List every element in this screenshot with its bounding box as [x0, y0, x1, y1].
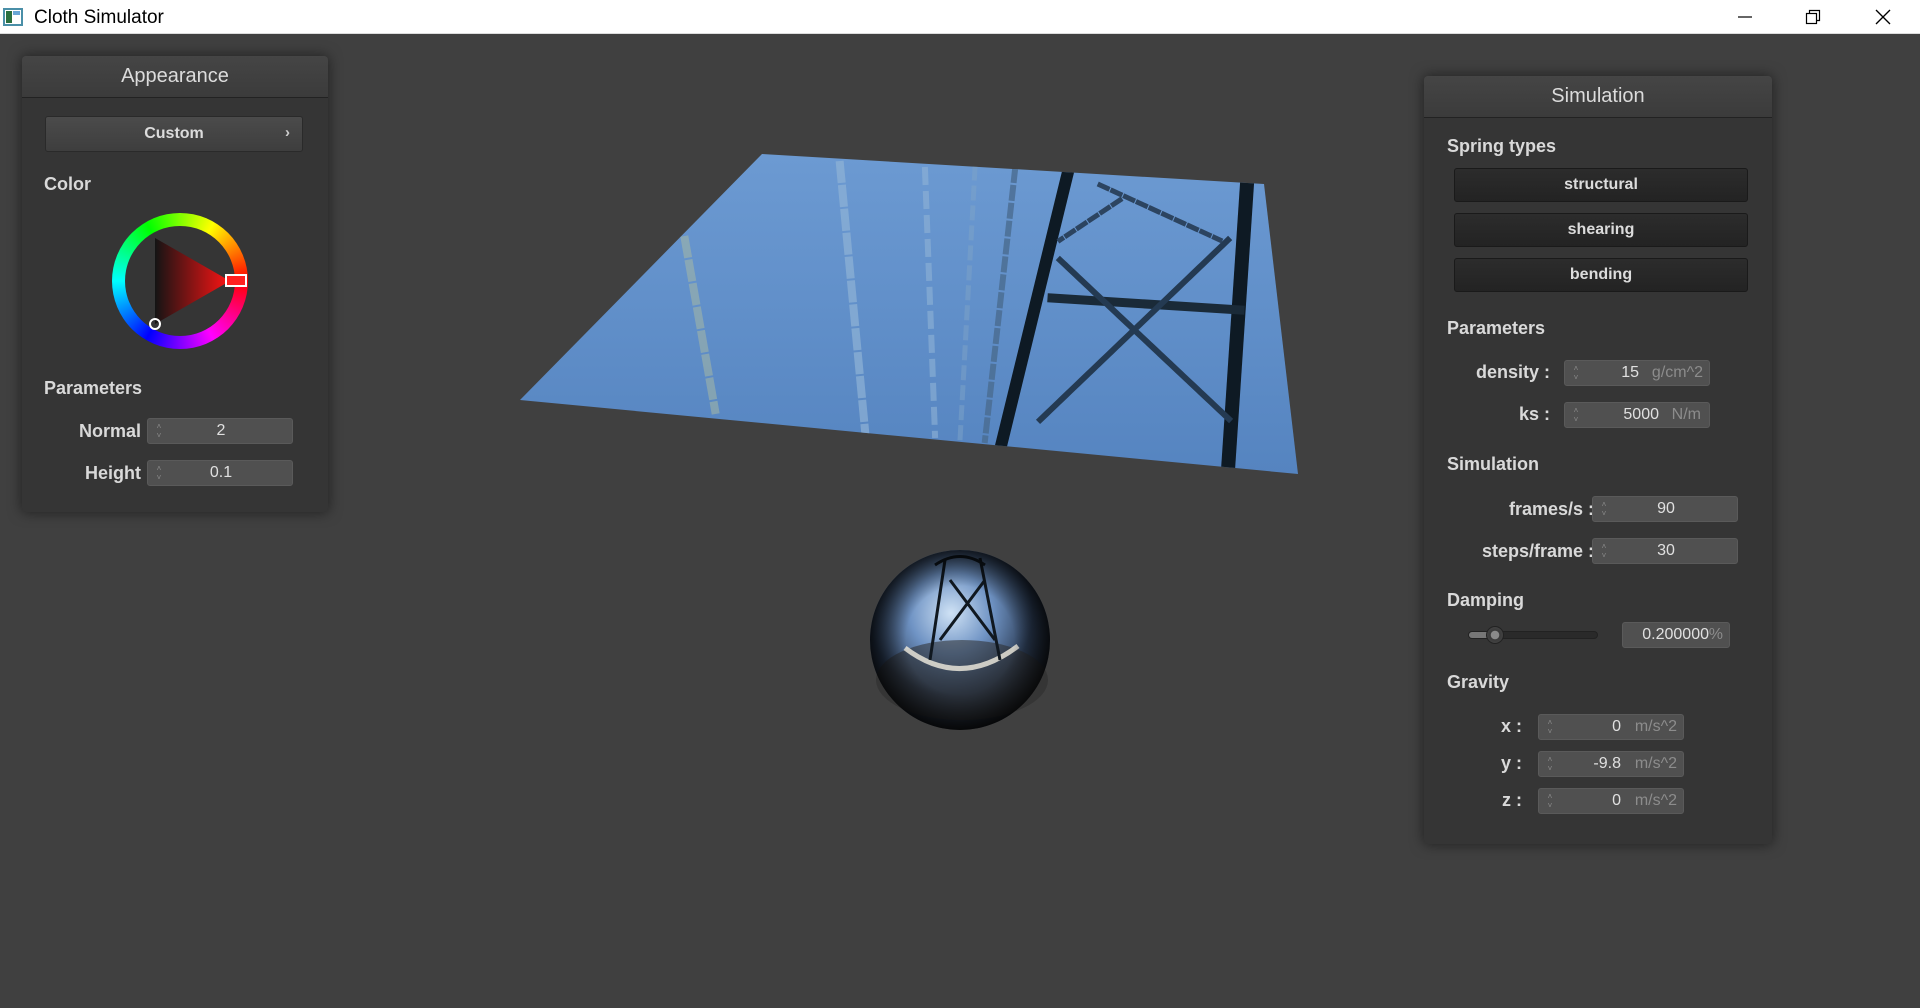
gravity-y-unit: m/s^2 — [1634, 755, 1677, 772]
spin-arrows-icon[interactable]: ˄ ˅ — [1571, 364, 1581, 382]
sim-parameters-label: Parameters — [1447, 318, 1546, 338]
height-value: 0.1 — [209, 464, 233, 481]
appearance-preset-button[interactable]: Custom › — [45, 116, 303, 152]
damping-value: 0.200000 — [1642, 626, 1709, 643]
window-titlebar: Cloth Simulator — [0, 0, 1920, 34]
ks-unit: N/m — [1671, 406, 1701, 423]
steps-spinbox[interactable]: ˄ ˅ 30 — [1592, 538, 1738, 564]
damping-label: Damping — [1447, 590, 1525, 610]
bending-spring-button[interactable]: bending — [1454, 258, 1748, 292]
shearing-spring-button[interactable]: shearing — [1454, 213, 1748, 247]
gravity-y-spinbox[interactable]: ˄ ˅ -9.8 m/s^2 — [1538, 751, 1684, 777]
appearance-preset-label: Custom — [144, 125, 204, 142]
damping-slider-knob[interactable] — [1485, 626, 1504, 644]
gravity-z-unit: m/s^2 — [1634, 792, 1677, 809]
density-value: 15 — [1621, 364, 1639, 381]
height-spinbox[interactable]: ˄ ˅ 0.1 — [147, 460, 293, 486]
restore-icon — [1805, 9, 1821, 25]
gravity-z-value: 0 — [1612, 792, 1621, 809]
structural-spring-label: structural — [1564, 176, 1638, 193]
spin-arrows-icon[interactable]: ˄ ˅ — [1545, 718, 1555, 736]
color-wheel[interactable] — [110, 211, 250, 351]
gravity-y-value: -9.8 — [1593, 755, 1621, 772]
window-title: Cloth Simulator — [34, 7, 164, 28]
density-spinbox[interactable]: ˄ ˅ 15 g/cm^2 — [1564, 360, 1710, 386]
normal-value: 2 — [216, 422, 226, 439]
appearance-panel-title: Appearance — [22, 56, 328, 98]
close-button[interactable] — [1848, 0, 1918, 34]
spin-arrows-icon[interactable]: ˄ ˅ — [1545, 755, 1555, 773]
fps-label: frames/s : — [1508, 499, 1594, 519]
ks-label: ks : — [1518, 404, 1550, 424]
cloth-mesh — [520, 154, 1298, 474]
spring-types-label: Spring types — [1447, 136, 1557, 156]
damping-field[interactable]: 0.200000 % — [1622, 622, 1730, 648]
minimize-icon — [1738, 16, 1752, 18]
minimize-button[interactable] — [1710, 0, 1780, 34]
restore-button[interactable] — [1778, 0, 1848, 34]
simulation-panel: Simulation Spring types structural shear… — [1424, 76, 1772, 844]
shearing-spring-label: shearing — [1567, 221, 1635, 238]
ks-spinbox[interactable]: ˄ ˅ 5000 N/m — [1564, 402, 1710, 428]
simulation-panel-title: Simulation — [1424, 76, 1772, 118]
height-label: Height : — [85, 463, 152, 483]
hue-marker[interactable] — [225, 274, 247, 287]
collision-sphere — [870, 550, 1050, 730]
damping-slider[interactable] — [1468, 626, 1598, 644]
gravity-z-label: z : — [1502, 790, 1522, 810]
gravity-y-label: y : — [1500, 753, 1522, 773]
density-unit: g/cm^2 — [1651, 364, 1703, 381]
fps-value: 90 — [1657, 500, 1675, 517]
steps-label: steps/frame : — [1481, 541, 1594, 561]
appearance-parameters-label: Parameters — [44, 378, 143, 398]
bending-spring-label: bending — [1569, 266, 1633, 283]
damping-unit: % — [1708, 626, 1723, 643]
ks-value: 5000 — [1623, 406, 1659, 423]
fps-spinbox[interactable]: ˄ ˅ 90 — [1592, 496, 1738, 522]
app-icon — [3, 8, 23, 26]
structural-spring-button[interactable]: structural — [1454, 168, 1748, 202]
sim-simulation-label: Simulation — [1447, 454, 1540, 474]
density-label: density : — [1475, 362, 1550, 382]
close-icon — [1875, 9, 1891, 25]
appearance-panel: Appearance Custom › Color Parameters Nor… — [22, 56, 328, 512]
gravity-z-spinbox[interactable]: ˄ ˅ 0 m/s^2 — [1538, 788, 1684, 814]
gravity-x-unit: m/s^2 — [1634, 718, 1677, 735]
gravity-x-spinbox[interactable]: ˄ ˅ 0 m/s^2 — [1538, 714, 1684, 740]
normal-spinbox[interactable]: ˄ ˅ 2 — [147, 418, 293, 444]
steps-value: 30 — [1657, 542, 1675, 559]
normal-label: Normal : — [78, 421, 152, 441]
spin-arrows-icon[interactable]: ˄ ˅ — [1545, 792, 1555, 810]
color-section-label: Color — [44, 174, 91, 194]
spin-arrows-icon[interactable]: ˄ ˅ — [1571, 406, 1581, 424]
gravity-x-value: 0 — [1612, 718, 1621, 735]
gravity-label: Gravity — [1447, 672, 1510, 692]
gravity-x-label: x : — [1500, 716, 1522, 736]
chevron-right-icon: › — [285, 124, 290, 141]
